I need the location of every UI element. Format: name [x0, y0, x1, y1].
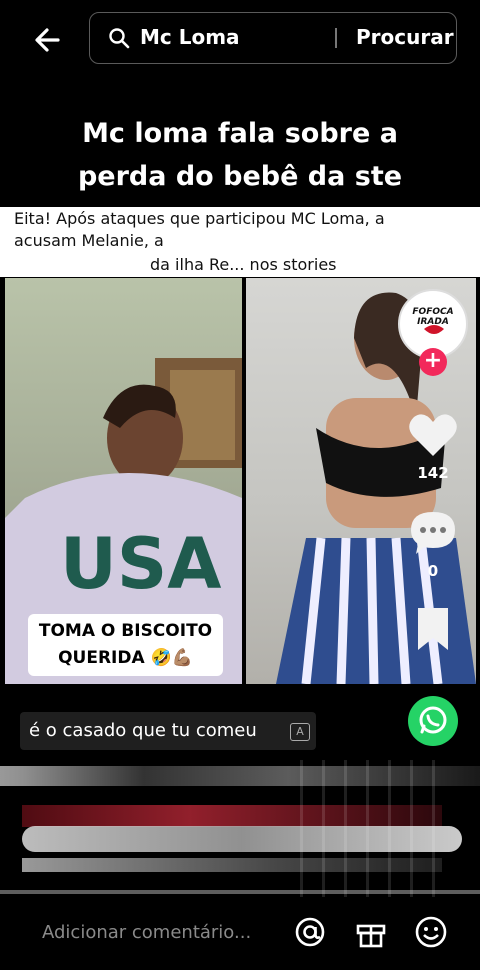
back-arrow-icon[interactable] — [30, 22, 66, 58]
video-caption: Mc loma fala sobre a perda do bebê da st… — [0, 112, 480, 198]
search-divider — [335, 28, 337, 48]
sticker-line-1: TOMA O BISCOITO — [38, 621, 213, 641]
search-submit-button[interactable]: Procurar — [356, 25, 454, 49]
comment-count: 0 — [427, 562, 439, 580]
comment-preview[interactable]: é o casado que tu comeu A — [20, 712, 316, 750]
at-sign-icon[interactable] — [293, 915, 327, 949]
gift-icon[interactable] — [354, 915, 388, 949]
heart-icon[interactable] — [408, 412, 458, 458]
caption-line-1: Mc loma fala sobre a — [82, 118, 398, 149]
news-text-strip: Eita! Após ataques que participou MC Lom… — [0, 207, 480, 277]
top-bar: Mc Loma Procurar — [0, 0, 480, 80]
news-line-2: acusam Melanie, a — [14, 231, 164, 250]
comment-bubble-icon[interactable] — [408, 508, 458, 556]
sticker-line-2: QUERIDA 🤣💪🏽 — [58, 648, 193, 668]
whatsapp-share-button[interactable] — [408, 696, 458, 746]
overlay-sticker: TOMA O BISCOITO QUERIDA 🤣💪🏽 — [28, 614, 223, 676]
search-icon — [109, 28, 130, 49]
comment-input[interactable]: Adicionar comentário... — [42, 922, 251, 943]
caption-line-2: perda do bebê da ste — [77, 161, 403, 192]
lips-icon — [424, 325, 444, 334]
svg-text:USA: USA — [60, 523, 221, 605]
comment-composer: Adicionar comentário... — [0, 897, 480, 970]
search-query[interactable]: Mc Loma — [140, 25, 240, 49]
comment-text: é o casado que tu comeu — [29, 720, 257, 741]
follow-plus-button[interactable]: + — [419, 348, 447, 376]
bookmark-icon[interactable] — [414, 606, 452, 652]
news-line-3: da ilha Re... nos stories — [150, 255, 337, 274]
news-line-1: Eita! Após ataques que participou MC Lom… — [14, 209, 385, 228]
translate-icon[interactable]: A — [290, 723, 310, 741]
search-bar[interactable]: Mc Loma Procurar — [89, 12, 457, 64]
emoji-icon[interactable] — [414, 915, 448, 949]
like-count: 142 — [417, 464, 449, 482]
whatsapp-icon — [419, 706, 447, 734]
